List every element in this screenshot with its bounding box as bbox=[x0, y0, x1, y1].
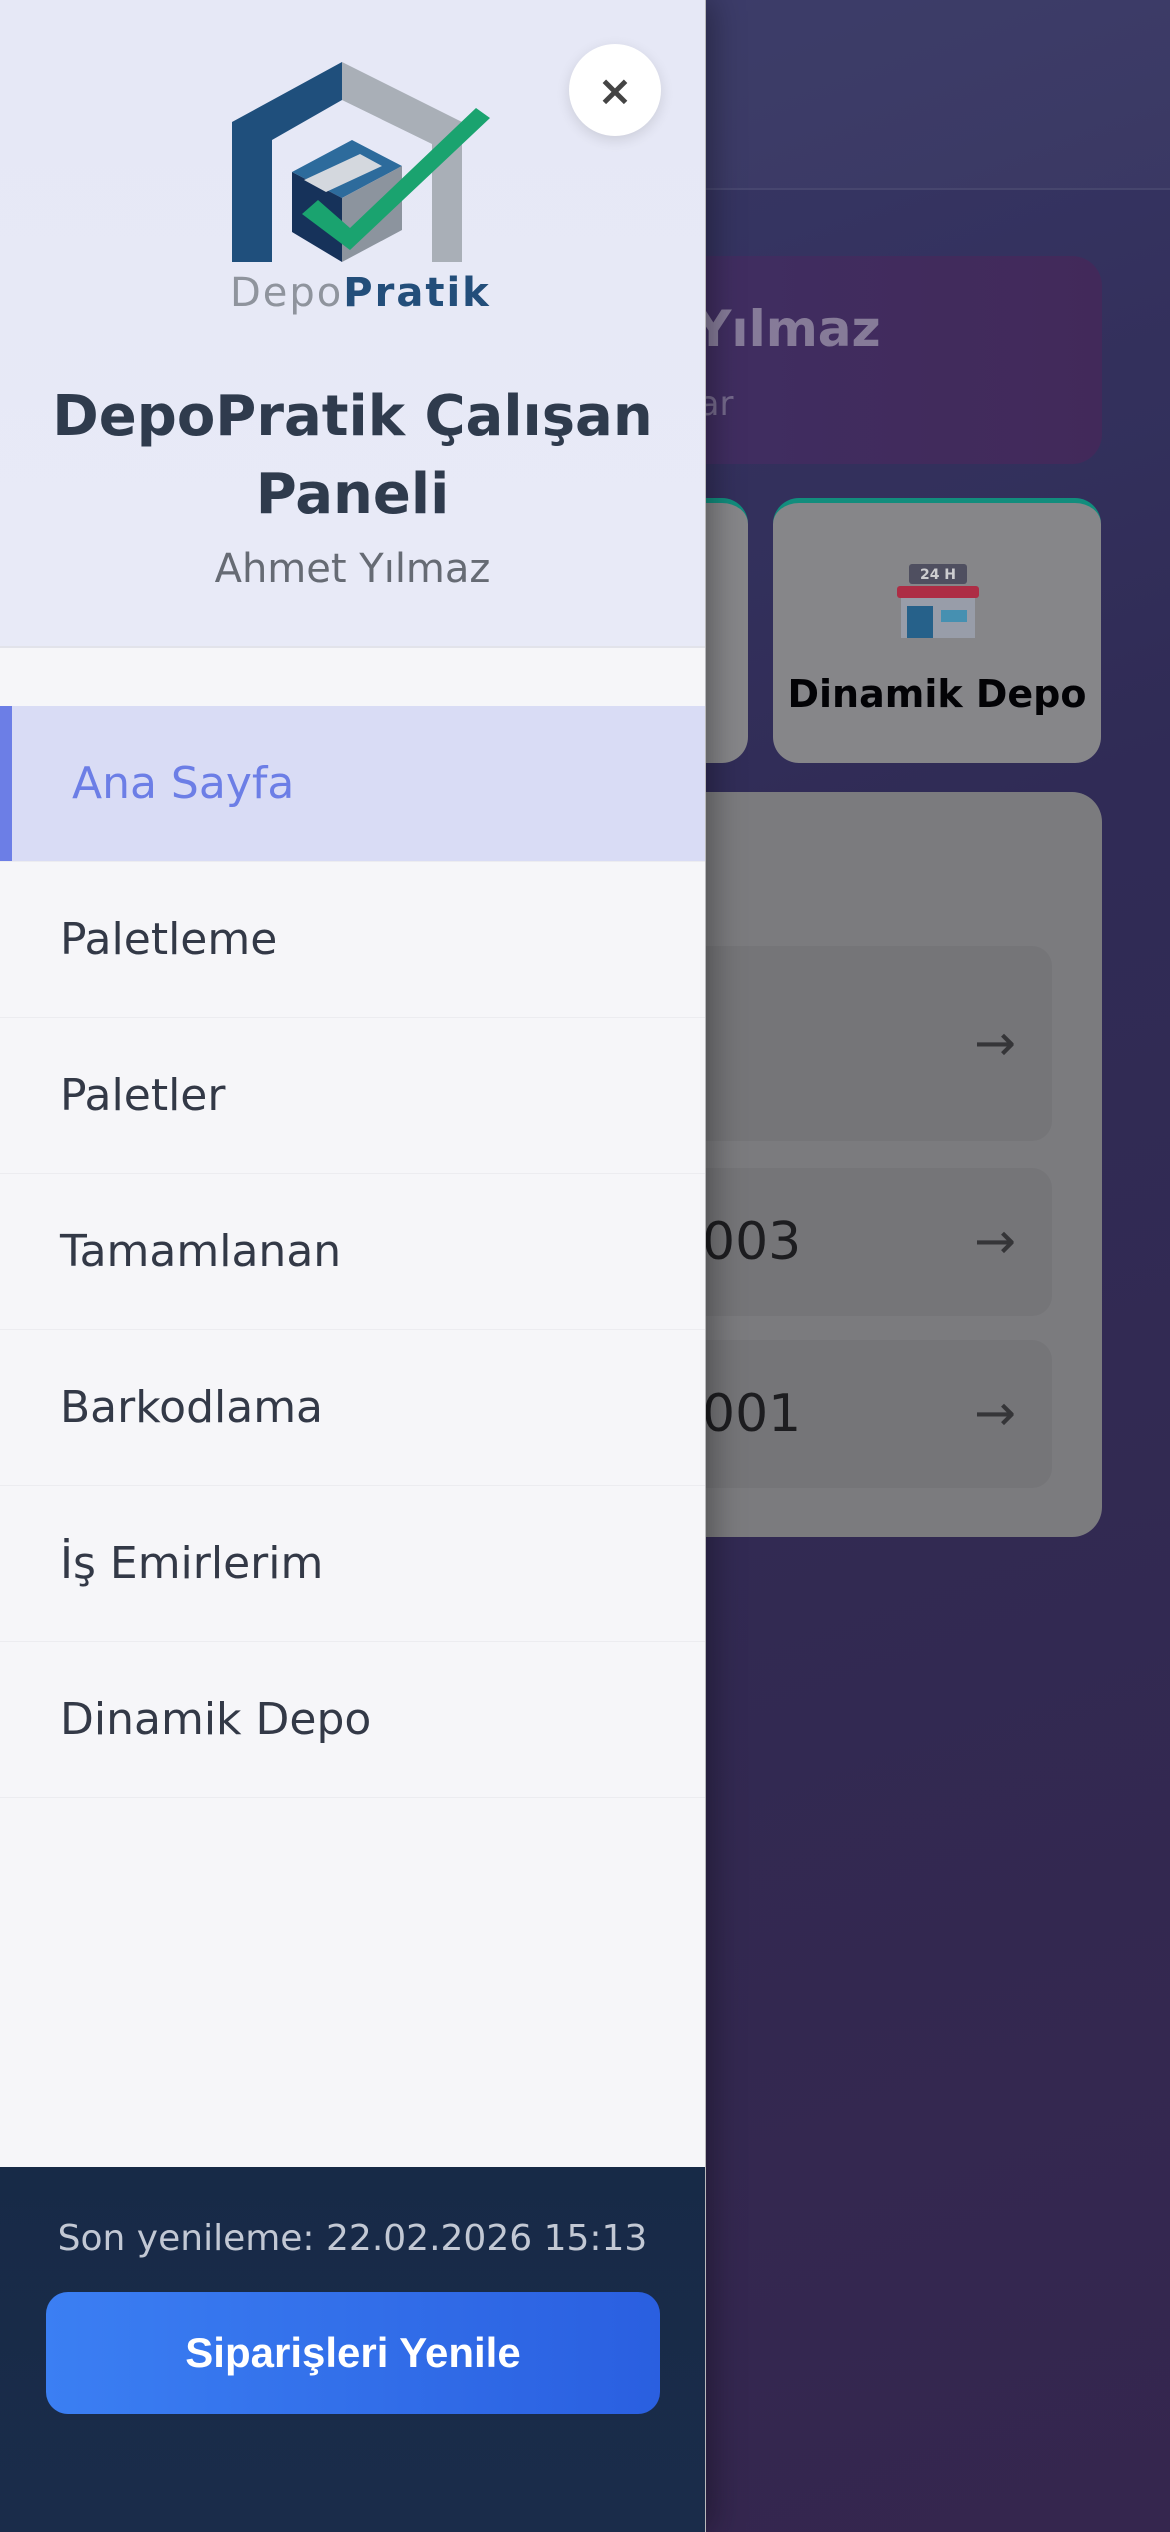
last-refresh-text: Son yenileme: 22.02.2026 15:13 bbox=[57, 2218, 648, 2259]
logo-wordmark-pratik: Pratik bbox=[343, 270, 491, 316]
drawer-title: DepoPratik Çalışan Paneli bbox=[52, 384, 653, 527]
menu-item-label: Paletleme bbox=[60, 914, 278, 965]
menu-item-label: İş Emirlerim bbox=[60, 1538, 324, 1589]
refresh-orders-button[interactable]: Siparişleri Yenile bbox=[46, 2292, 660, 2414]
close-icon: × bbox=[597, 65, 633, 115]
menu-item-is-emirlerim[interactable]: İş Emirlerim bbox=[0, 1486, 705, 1642]
menu-item-paletleme[interactable]: Paletleme bbox=[0, 862, 705, 1018]
logo-wordmark-depo: Depo bbox=[230, 270, 344, 316]
menu-item-label: Tamamlanan bbox=[60, 1226, 342, 1277]
close-button[interactable]: × bbox=[569, 44, 661, 136]
drawer-user-name: Ahmet Yılmaz bbox=[214, 546, 491, 592]
menu-item-barkodlama[interactable]: Barkodlama bbox=[0, 1330, 705, 1486]
menu-item-label: Barkodlama bbox=[60, 1382, 324, 1433]
logo-wordmark: DepoPratik bbox=[230, 270, 490, 316]
menu-item-label: Paletler bbox=[60, 1070, 226, 1121]
refresh-orders-button-label: Siparişleri Yenile bbox=[185, 2329, 521, 2376]
menu-item-label: Dinamik Depo bbox=[60, 1694, 372, 1745]
depopratik-logo-icon bbox=[232, 62, 490, 262]
side-drawer: × DepoPratik DepoPratik Çalışan Paneli A… bbox=[0, 0, 706, 2532]
drawer-header: × DepoPratik DepoPratik Çalışan Paneli A… bbox=[0, 0, 705, 648]
drawer-menu: Ana Sayfa Paletleme Paletler Tamamlanan … bbox=[0, 706, 705, 1798]
menu-item-label: Ana Sayfa bbox=[72, 758, 295, 809]
menu-item-paletler[interactable]: Paletler bbox=[0, 1018, 705, 1174]
menu-item-dinamik-depo[interactable]: Dinamik Depo bbox=[0, 1642, 705, 1798]
menu-item-tamamlanan[interactable]: Tamamlanan bbox=[0, 1174, 705, 1330]
menu-item-ana-sayfa[interactable]: Ana Sayfa bbox=[0, 706, 705, 862]
